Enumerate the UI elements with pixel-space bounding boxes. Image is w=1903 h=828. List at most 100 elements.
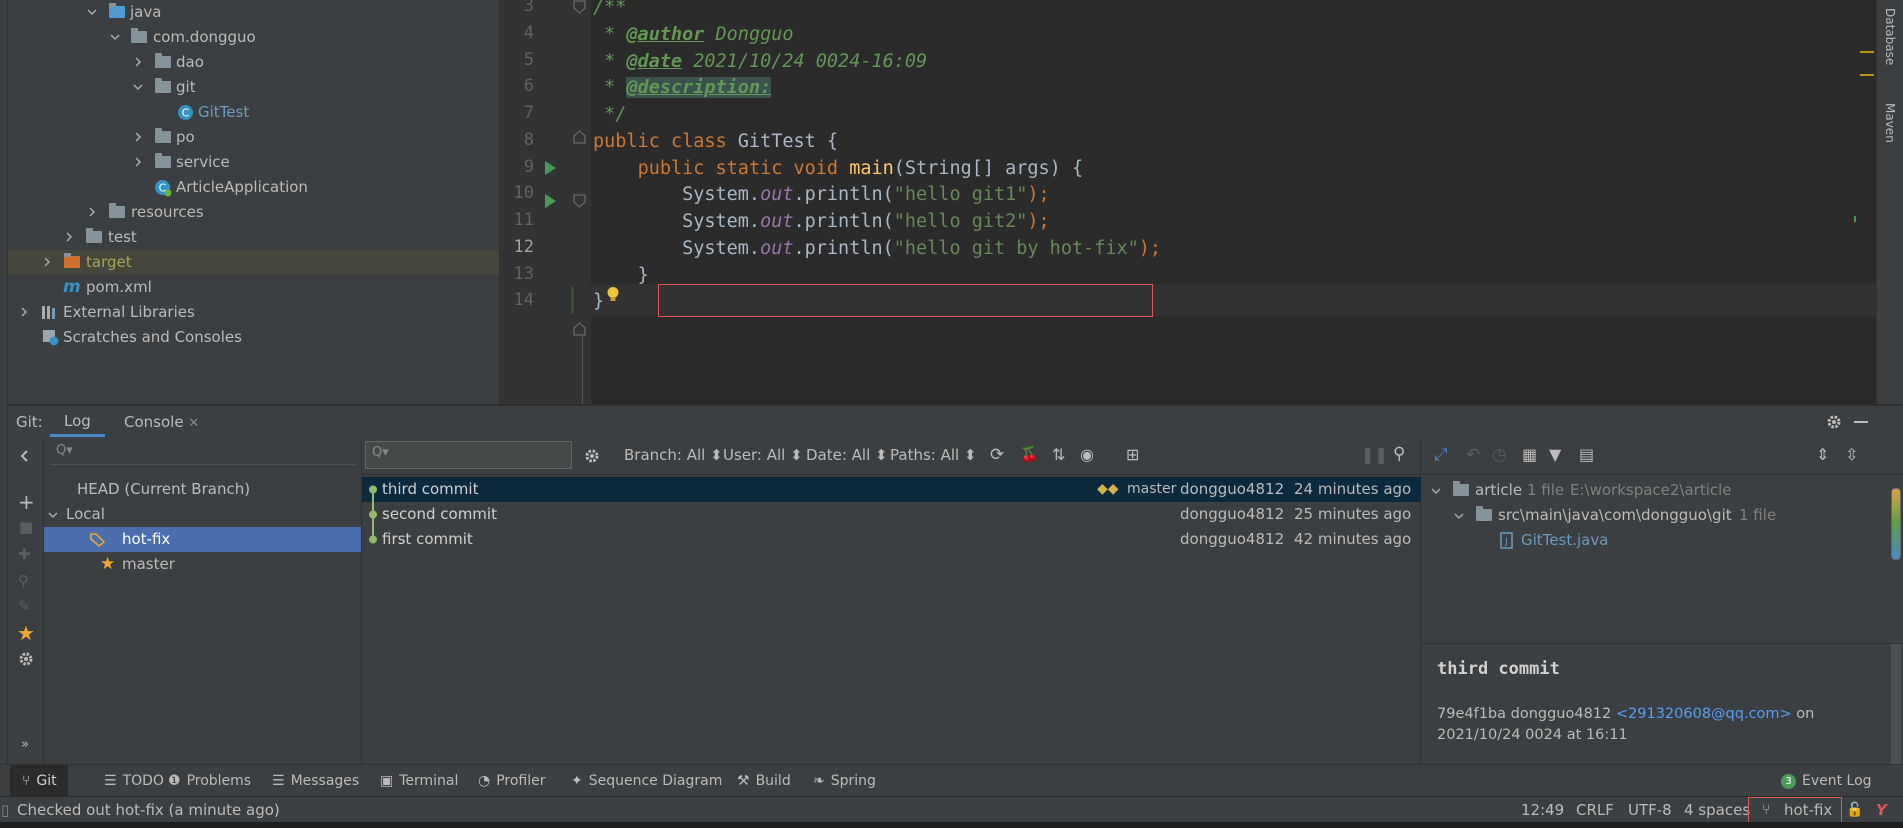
tool-profiler-button[interactable]: ◔ Profiler [478, 765, 546, 797]
code-token: System. [682, 184, 761, 206]
fold-icon[interactable] [573, 322, 586, 336]
code-token: public static void [637, 157, 850, 179]
fold-icon[interactable] [573, 194, 586, 208]
user-filter[interactable]: User: All ⬍ [723, 446, 803, 464]
event-log-button[interactable]: Event Log [1802, 765, 1872, 797]
commit-details-panel: ⤢ ↶ ◷ ▦ ▼ ▤ ⇕ ⇳ article 1 file E:\worksp… [1421, 437, 1903, 764]
fold-icon[interactable] [573, 0, 586, 14]
commit-row[interactable]: second commit dongguo4812 25 minutes ago [362, 502, 1421, 527]
code-line[interactable]: System.out.println("hello git by hot-fix… [593, 233, 1161, 265]
database-tool-button[interactable]: Database [1883, 8, 1897, 65]
tree-item-po[interactable]: po [8, 125, 499, 150]
spring-class-icon: C [155, 180, 172, 197]
lock-icon[interactable]: 🔓 [1846, 797, 1863, 823]
code-line[interactable]: } [593, 286, 604, 318]
tool-icon: ☰ [104, 773, 117, 789]
expand-all-icon[interactable]: ⇕ [1816, 445, 1829, 464]
branch-hot-fix[interactable]: hot-fix [44, 527, 361, 552]
commit-time: 25 minutes ago [1294, 505, 1412, 523]
layout-icon[interactable]: ▤ [1579, 445, 1594, 464]
java-file-icon: J [1500, 532, 1513, 549]
tree-item-scratches[interactable]: Scratches and Consoles [8, 325, 499, 350]
collapse-all-icon[interactable]: ⇳ [1845, 445, 1858, 464]
tree-item-java[interactable]: java [8, 0, 499, 25]
new-tab-icon[interactable]: ⊞ [1126, 445, 1139, 464]
tree-item-pom[interactable]: m pom.xml [8, 275, 499, 300]
group-icon[interactable]: ▦ [1522, 445, 1537, 464]
line-separator[interactable]: CRLF [1576, 797, 1614, 823]
chevron-down-icon [1431, 488, 1441, 495]
package-icon [131, 28, 147, 43]
expand-icon[interactable]: ⤢ [1434, 445, 1448, 465]
eye-icon[interactable]: ◉ [1080, 445, 1094, 464]
branch-widget[interactable]: ⑂ hot-fix [1748, 797, 1842, 823]
tool-todo-button[interactable]: ☰ TODO [104, 765, 164, 797]
branch-search-input[interactable]: Q▾ [50, 441, 356, 465]
filter-icon[interactable]: ▼ [1549, 445, 1561, 464]
maven-tool-button[interactable]: Maven [1883, 103, 1897, 143]
minimize-icon[interactable] [1854, 421, 1868, 423]
gear-icon[interactable] [584, 448, 600, 464]
tool-git-button[interactable]: ⑂ Git [22, 765, 57, 797]
commit-message: first commit [382, 530, 473, 548]
close-icon[interactable]: ✕ [188, 416, 199, 431]
package-icon [155, 78, 171, 93]
scrollbar[interactable] [1891, 644, 1901, 764]
run-main-icon[interactable] [543, 193, 557, 209]
tree-item-dao[interactable]: dao [8, 50, 499, 75]
tree-item-article-application[interactable]: C ArticleApplication [8, 175, 499, 200]
star-icon: ★ [100, 554, 116, 574]
status-message[interactable]: Checked out hot-fix (a minute ago) [17, 797, 280, 823]
tool-terminal-button[interactable]: ▣ Terminal [380, 765, 458, 797]
commit-email-link[interactable]: <291320608@qq.com> [1616, 706, 1792, 722]
code-token: System. [682, 237, 761, 259]
tree-item-gittest[interactable]: C GitTest [8, 100, 499, 125]
tree-item-external-libraries[interactable]: External Libraries [8, 300, 499, 325]
left-tool-strip [0, 0, 8, 796]
tree-item-package[interactable]: com.dongguo [8, 25, 499, 50]
tool-messages-button[interactable]: ☰ Messages [272, 765, 359, 797]
gear-icon[interactable] [18, 651, 34, 667]
caret-position[interactable]: 12:49 [1521, 797, 1564, 823]
commit-row[interactable]: first commit dongguo4812 42 minutes ago [362, 527, 1421, 552]
more-icon[interactable]: » [21, 737, 29, 752]
tree-item-git[interactable]: git [8, 75, 499, 100]
tool-icon: ◔ [478, 773, 491, 789]
tool-sequence-diagram-button[interactable]: ✦ Sequence Diagram [571, 765, 722, 797]
sort-icon[interactable]: ⇅ [1052, 445, 1065, 464]
tree-item-test[interactable]: test [8, 225, 499, 250]
plugin-icon[interactable]: Y [1876, 797, 1887, 823]
gear-icon[interactable] [1826, 414, 1842, 430]
line-number: 13 [513, 263, 534, 284]
package-icon [155, 128, 171, 143]
log-search-input[interactable]: Q▾ [365, 441, 572, 469]
add-icon[interactable]: + [18, 490, 35, 514]
cherry-pick-icon[interactable]: 🍒 [1020, 445, 1039, 463]
commit-row[interactable]: third commit ◆◆ master dongguo4812 24 minute… [362, 477, 1421, 502]
tree-item-resources[interactable]: resources [8, 200, 499, 225]
paths-filter[interactable]: Paths: All ⬍ [890, 446, 977, 464]
branch-filter[interactable]: Branch: All ⬍ [624, 446, 723, 464]
run-class-icon[interactable] [543, 160, 557, 176]
tag-icon [90, 533, 106, 547]
tree-item-target[interactable]: target [8, 250, 499, 275]
tree-item-service[interactable]: service [8, 150, 499, 175]
fold-icon[interactable] [573, 130, 586, 144]
favorite-icon[interactable]: ★ [17, 621, 35, 645]
date-filter[interactable]: Date: All ⬍ [806, 446, 888, 464]
refresh-icon[interactable]: ⟳ [990, 445, 1004, 465]
tool-problems-button[interactable]: ❶ Problems [168, 765, 251, 797]
indent-setting[interactable]: 4 spaces [1684, 797, 1750, 823]
branch-head[interactable]: HEAD (Current Branch) [77, 477, 250, 502]
tool-build-button[interactable]: ⚒ Build [737, 765, 791, 797]
code-token: main [849, 157, 894, 179]
tab-log[interactable]: Log [50, 406, 105, 437]
search-icon[interactable]: ⚲ [1393, 444, 1405, 464]
tab-console[interactable]: Console ✕ [124, 413, 199, 431]
chevron-left-icon[interactable] [18, 449, 32, 463]
graph-node-icon [369, 485, 377, 502]
chevron-down-icon [133, 84, 143, 91]
tool-spring-button[interactable]: ❧ Spring [813, 765, 876, 797]
file-encoding[interactable]: UTF-8 [1628, 797, 1672, 823]
